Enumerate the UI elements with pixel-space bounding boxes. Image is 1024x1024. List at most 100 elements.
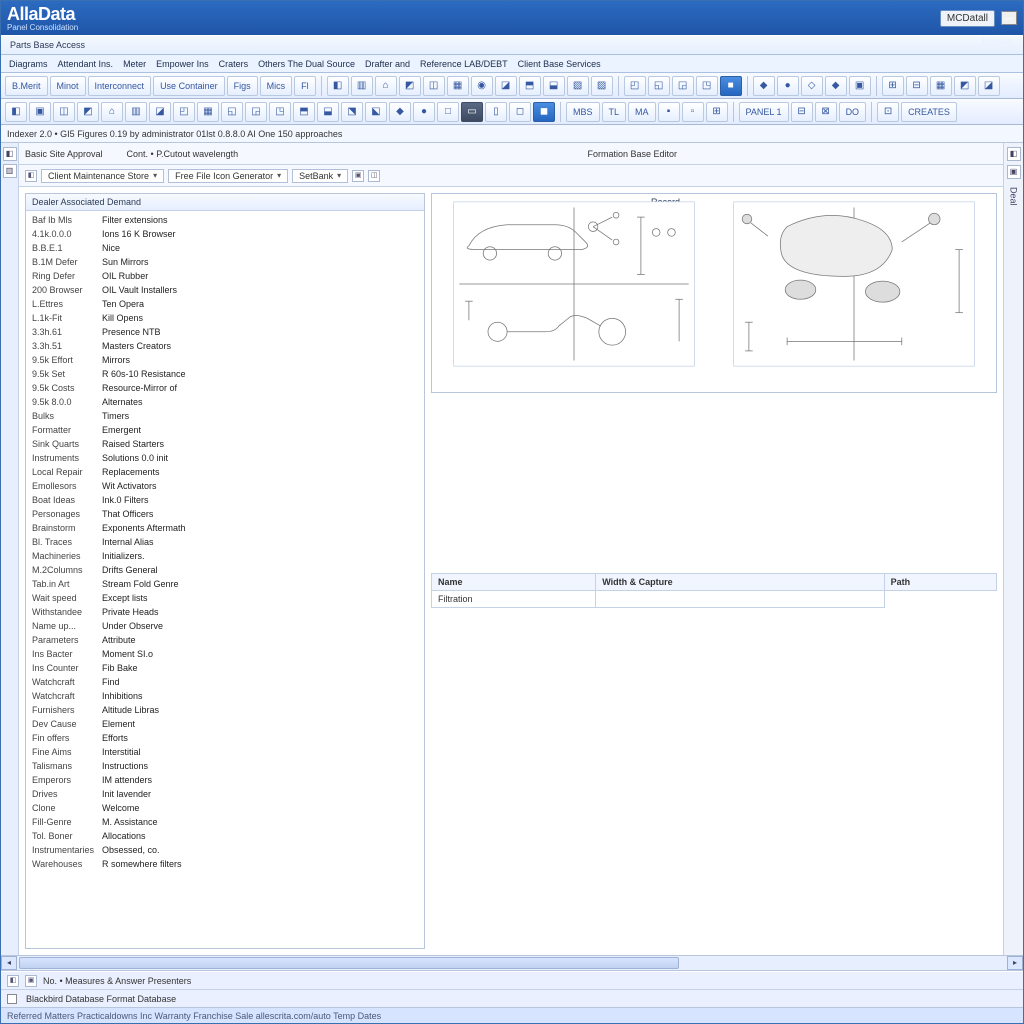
parts-row[interactable]: L.1k-FitKill Opens (26, 311, 424, 325)
misc-icon[interactable]: ▦ (930, 76, 952, 96)
doc-icon[interactable]: ◧ (327, 76, 349, 96)
menu-craters[interactable]: Craters (215, 58, 253, 70)
q3-icon[interactable]: ◲ (672, 76, 694, 96)
parts-row[interactable]: 9.5k CostsResource-Mirror of (26, 381, 424, 395)
t2-icon[interactable]: ◩ (77, 102, 99, 122)
home-icon[interactable]: ⌂ (375, 76, 397, 96)
t2-icon[interactable]: ▥ (125, 102, 147, 122)
diamond-icon[interactable]: ◆ (753, 76, 775, 96)
hatch1-icon[interactable]: ▧ (567, 76, 589, 96)
dot-icon[interactable]: ● (777, 76, 799, 96)
parts-row[interactable]: InstrumentsSolutions 0.0 init (26, 451, 424, 465)
tiny-icon[interactable]: ◧ (25, 170, 37, 182)
parts-row[interactable]: B.B.E.1Nice (26, 241, 424, 255)
t2-icon[interactable]: ⊞ (706, 102, 728, 122)
t2-icon[interactable]: ◳ (269, 102, 291, 122)
tool-figs[interactable]: Figs (227, 76, 258, 96)
parts-row[interactable]: WithstandeePrivate Heads (26, 605, 424, 619)
parts-row[interactable]: 4.1k.0.0.0Ions 16 K Browser (26, 227, 424, 241)
parts-row[interactable]: MachineriesInitializers. (26, 549, 424, 563)
t2-icon-dark[interactable]: ▭ (461, 102, 483, 122)
parts-row[interactable]: TalismansInstructions (26, 759, 424, 773)
vehicle-diagram-right[interactable] (716, 198, 992, 370)
t2-icon[interactable]: ⬒ (293, 102, 315, 122)
parts-row[interactable]: 200 BrowserOIL Vault Installers (26, 283, 424, 297)
parts-row[interactable]: PersonagesThat Officers (26, 507, 424, 521)
misc-icon[interactable]: ◆ (825, 76, 847, 96)
side-label[interactable]: Deal (1009, 187, 1019, 206)
half-down-icon[interactable]: ⬓ (543, 76, 565, 96)
split-icon[interactable]: ◫ (423, 76, 445, 96)
browse-link[interactable]: Browse (982, 36, 1012, 46)
t2-icon[interactable]: □ (437, 102, 459, 122)
menu-attendant[interactable]: Attendant Ins. (54, 58, 118, 70)
horizontal-scrollbar[interactable]: ◂ ▸ (1, 955, 1023, 971)
q1-icon[interactable]: ◰ (624, 76, 646, 96)
misc-icon[interactable]: ◩ (954, 76, 976, 96)
parts-row[interactable]: 9.5k SetR 60s-10 Resistance (26, 367, 424, 381)
status-icon[interactable]: ◧ (7, 975, 19, 987)
t2-label-ma[interactable]: MA (628, 102, 656, 122)
parts-row[interactable]: Tol. BonerAllocations (26, 829, 424, 843)
t2-icon[interactable]: ▣ (29, 102, 51, 122)
parts-row[interactable]: Baf Ib MlsFilter extensions (26, 213, 424, 227)
dropdown-setbank[interactable]: SetBank (292, 169, 348, 183)
t2-icon[interactable]: ▫ (682, 102, 704, 122)
half-up-icon[interactable]: ⬒ (519, 76, 541, 96)
t2-icon[interactable]: ⊠ (815, 102, 837, 122)
dropdown-client[interactable]: Client Maintenance Store (41, 169, 164, 183)
parts-row[interactable]: FormatterEmergent (26, 423, 424, 437)
t2-icon[interactable]: ◰ (173, 102, 195, 122)
parts-row[interactable]: Boat IdeasInk.0 Filters (26, 493, 424, 507)
grid-icon[interactable]: ▥ (351, 76, 373, 96)
tool-bmerit[interactable]: B.Merit (5, 76, 48, 96)
t2-icon[interactable]: ⬕ (365, 102, 387, 122)
t2-icon[interactable]: ▪ (658, 102, 680, 122)
t2-icon[interactable]: ⬓ (317, 102, 339, 122)
t2-icon[interactable]: ◫ (53, 102, 75, 122)
t2-label-do[interactable]: DO (839, 102, 867, 122)
scroll-left-button[interactable]: ◂ (1, 956, 17, 970)
parts-row[interactable]: 9.5k 8.0.0Alternates (26, 395, 424, 409)
tool-mics[interactable]: Mics (260, 76, 293, 96)
status-checkbox[interactable] (7, 994, 17, 1004)
parts-row[interactable]: BrainstormExponents Aftermath (26, 521, 424, 535)
parts-row[interactable]: 9.5k EffortMirrors (26, 353, 424, 367)
scroll-thumb[interactable] (19, 957, 679, 969)
scroll-right-button[interactable]: ▸ (1007, 956, 1023, 970)
t2-icon-blue[interactable]: ◼ (533, 102, 555, 122)
tool-fl[interactable]: Fl (294, 76, 316, 96)
parts-row[interactable]: Local RepairReplacements (26, 465, 424, 479)
parts-row[interactable]: Ins CounterFib Bake (26, 661, 424, 675)
status-icon[interactable]: ▣ (25, 975, 37, 987)
q4-icon[interactable]: ◳ (696, 76, 718, 96)
parts-row[interactable]: Sink QuartsRaised Starters (26, 437, 424, 451)
t2-icon[interactable]: ⌂ (101, 102, 123, 122)
parts-row[interactable]: Ring DeferOIL Rubber (26, 269, 424, 283)
parts-row[interactable]: BulksTimers (26, 409, 424, 423)
minimize-button[interactable]: — (1001, 11, 1017, 25)
t2-label-tl[interactable]: TL (602, 102, 627, 122)
q2-icon[interactable]: ◱ (648, 76, 670, 96)
t2-icon[interactable]: ◪ (149, 102, 171, 122)
t2-label-mbs[interactable]: MBS (566, 102, 600, 122)
notes-row[interactable]: Filtration (432, 590, 997, 607)
title-action-button[interactable]: MCDatall (940, 10, 995, 27)
t2-icon[interactable]: ◲ (245, 102, 267, 122)
menu-drafter[interactable]: Drafter and (361, 58, 414, 70)
menu-client[interactable]: Client Base Services (514, 58, 605, 70)
parts-row[interactable]: Tab.in ArtStream Fold Genre (26, 577, 424, 591)
gutter-icon[interactable]: ▥ (3, 164, 17, 178)
t2-label-creates[interactable]: CREATES (901, 102, 957, 122)
target-icon[interactable]: ◉ (471, 76, 493, 96)
menu-reference[interactable]: Reference LAB/DEBT (416, 58, 512, 70)
parts-row[interactable]: Name up...Under Observe (26, 619, 424, 633)
parts-row[interactable]: EmperorsIM attenders (26, 773, 424, 787)
parts-row[interactable]: Fine AimsInterstitial (26, 745, 424, 759)
parts-row[interactable]: M.2ColumnsDrifts General (26, 563, 424, 577)
parts-row[interactable]: EmollesorsWit Activators (26, 479, 424, 493)
t2-icon[interactable]: ▦ (197, 102, 219, 122)
t2-icon[interactable]: ⬔ (341, 102, 363, 122)
t2-icon[interactable]: ⊡ (877, 102, 899, 122)
menu-empower[interactable]: Empower Ins (152, 58, 213, 70)
